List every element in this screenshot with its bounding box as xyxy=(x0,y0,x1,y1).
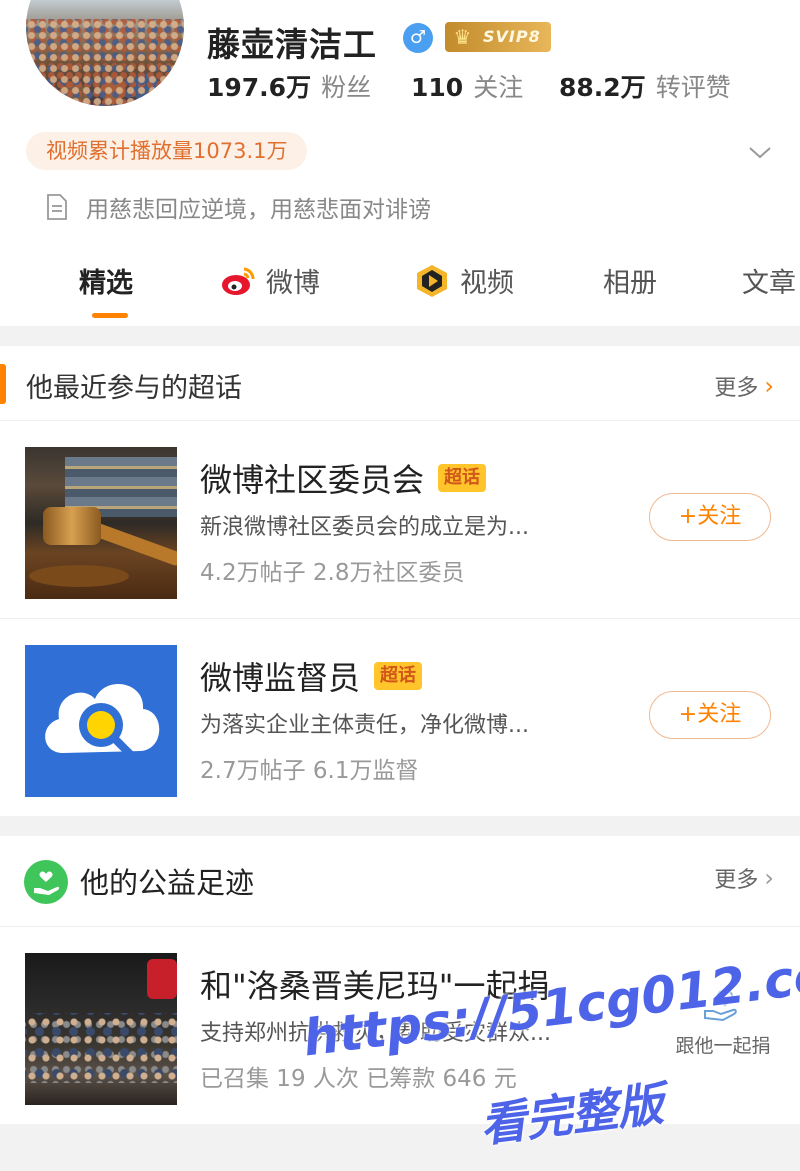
topic-meta: 4.2万帖子 2.8万社区委员 xyxy=(200,560,465,586)
tab-weibo[interactable]: 微博 xyxy=(220,261,320,300)
active-tab-indicator xyxy=(92,313,128,318)
super-topic-item[interactable]: 微博社区委员会 超话 新浪微博社区委员会的成立是为... 4.2万帖子 2.8万… xyxy=(0,420,800,616)
tab-featured[interactable]: 精选 xyxy=(79,261,133,300)
followers-label: 粉丝 xyxy=(321,73,372,102)
monitor-logo-image xyxy=(25,645,177,797)
charity-item-meta: 已召集 19 人次 已筹款 646 元 xyxy=(200,1066,517,1092)
chevron-down-icon[interactable] xyxy=(746,138,774,166)
super-topics-more-link[interactable]: 更多 › xyxy=(714,370,774,402)
super-topic-badge: 超话 xyxy=(438,464,487,492)
chevron-right-icon: › xyxy=(764,864,774,892)
super-topic-badge: 超话 xyxy=(374,662,423,690)
avatar-image xyxy=(26,19,184,106)
video-play-count-badge[interactable]: 视频累计播放量1073.1万 xyxy=(26,132,308,170)
avatar[interactable] xyxy=(26,0,184,106)
tab-article[interactable]: 文章 xyxy=(742,261,796,300)
super-topics-title: 他最近参与的超话 xyxy=(26,373,242,404)
section-accent-bar xyxy=(0,364,6,404)
following-label: 关注 xyxy=(473,73,524,102)
tab-video[interactable]: 视频 xyxy=(414,261,514,300)
charity-header: 他的公益足迹 更多 › xyxy=(0,838,800,912)
more-label: 更多 xyxy=(714,868,759,893)
flood-rescue-image xyxy=(25,953,177,1105)
following-stat[interactable]: 110 关注 xyxy=(411,68,559,104)
topic-description: 为落实企业主体责任，净化微博... xyxy=(200,713,529,738)
tab-album-label: 相册 xyxy=(603,268,657,299)
video-icon xyxy=(417,264,447,297)
tab-album[interactable]: 相册 xyxy=(603,261,657,300)
crown-icon: ♛ xyxy=(453,25,473,49)
profile-stats: 197.6万 粉丝 110 关注 88.2万 转评赞 xyxy=(207,68,731,104)
bio-text: 用慈悲回应逆境，用慈悲面对诽谤 xyxy=(86,197,431,223)
document-icon xyxy=(47,194,67,220)
gender-male-icon: ♂ xyxy=(403,23,433,53)
interactions-count: 88.2万 xyxy=(559,73,646,102)
charity-item-title: 和"洛桑晋美尼玛"一起捐 xyxy=(200,967,550,1005)
profile-header: 藤壶清洁工 ♂ ♛ SVIP8 197.6万 粉丝 110 关注 88.2万 转… xyxy=(0,0,800,330)
donate-hand-icon xyxy=(704,990,737,1022)
svip-label: SVIP8 xyxy=(483,27,541,46)
interactions-stat[interactable]: 88.2万 转评赞 xyxy=(559,68,731,104)
section-divider xyxy=(0,1124,800,1171)
followers-count: 197.6万 xyxy=(207,73,312,102)
donate-together-button[interactable]: 跟他一起捐 xyxy=(668,985,778,1069)
donate-together-label: 跟他一起捐 xyxy=(675,1035,771,1057)
section-divider xyxy=(0,326,800,346)
topic-description: 新浪微博社区委员会的成立是为... xyxy=(200,515,529,540)
topic-title-text: 微博社区委员会 xyxy=(200,461,425,499)
super-topic-item[interactable]: 微博监督员 超话 为落实企业主体责任，净化微博... 2.7万帖子 6.1万监督… xyxy=(0,618,800,814)
topic-title: 微博社区委员会 超话 xyxy=(200,455,487,501)
profile-tabs: 精选 微博 视频 相册 文章 xyxy=(0,253,800,328)
charity-title: 他的公益足迹 xyxy=(80,866,255,900)
profile-name: 藤壶清洁工 xyxy=(207,25,377,64)
follow-button[interactable]: +关注 xyxy=(649,691,771,739)
topic-title-text: 微博监督员 xyxy=(200,659,361,697)
chevron-right-icon: › xyxy=(764,372,774,400)
charity-more-link[interactable]: 更多 › xyxy=(714,862,774,894)
tab-weibo-label: 微博 xyxy=(266,268,320,299)
profile-bio: 用慈悲回应逆境，用慈悲面对诽谤 xyxy=(46,190,431,224)
followers-stat[interactable]: 197.6万 粉丝 xyxy=(207,68,411,104)
more-label: 更多 xyxy=(714,376,759,401)
charity-hand-icon xyxy=(24,860,68,904)
follow-button[interactable]: +关注 xyxy=(649,493,771,541)
topic-title: 微博监督员 超话 xyxy=(200,653,423,699)
charity-item-description: 支持郑州抗洪救灾，帮助受灾群众... xyxy=(200,1021,551,1046)
interactions-label: 转评赞 xyxy=(655,73,731,102)
charity-item[interactable]: 和"洛桑晋美尼玛"一起捐 支持郑州抗洪救灾，帮助受灾群众... 已召集 19 人… xyxy=(0,926,800,1122)
svip-badge[interactable]: ♛ SVIP8 xyxy=(445,22,551,52)
following-count: 110 xyxy=(411,73,464,102)
section-divider xyxy=(0,816,800,836)
tab-featured-label: 精选 xyxy=(79,268,133,299)
tab-article-label: 文章 xyxy=(742,268,796,299)
topic-meta: 2.7万帖子 6.1万监督 xyxy=(200,758,419,784)
tab-video-label: 视频 xyxy=(460,268,514,299)
gavel-image xyxy=(25,447,177,599)
weibo-logo-icon xyxy=(222,267,255,295)
super-topics-header: 他最近参与的超话 更多 › xyxy=(0,346,800,420)
